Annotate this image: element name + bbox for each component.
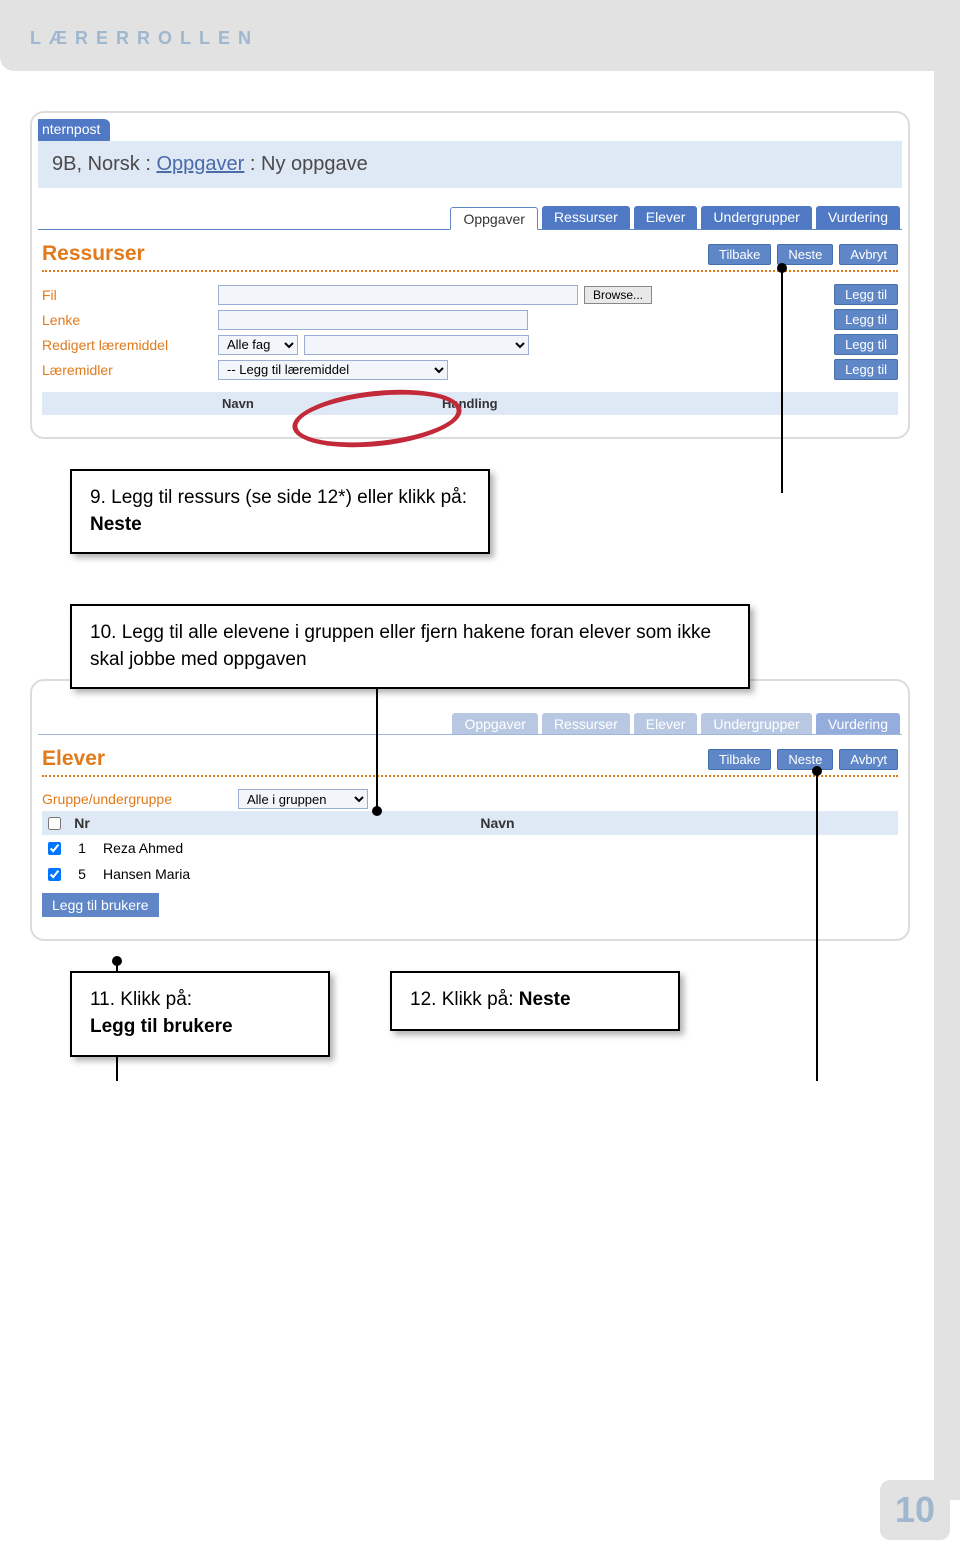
legg-til-laeremidler[interactable]: Legg til: [834, 359, 898, 380]
tilbake-button[interactable]: Tilbake: [708, 244, 771, 265]
row-laeremidler: Læremidler -- Legg til læremiddel Legg t…: [42, 357, 898, 382]
col-nr: Nr: [67, 815, 97, 831]
breadcrumb-link[interactable]: Oppgaver: [156, 153, 244, 175]
student-checkbox[interactable]: [48, 842, 61, 855]
table-row: 1 Reza Ahmed: [42, 835, 898, 861]
breadcrumb: 9B, Norsk : Oppgaver : Ny oppgave: [38, 141, 902, 188]
tab2-vurdering[interactable]: Vurdering: [816, 713, 900, 734]
label-laeremidler: Læremidler: [42, 362, 212, 378]
student-nr: 1: [67, 840, 97, 856]
redigert-fag-select[interactable]: Alle fag: [218, 335, 298, 355]
legg-til-brukere-button[interactable]: Legg til brukere: [42, 893, 159, 917]
avbryt-button-2[interactable]: Avbryt: [839, 749, 898, 770]
gruppe-select[interactable]: Alle i gruppen: [238, 789, 368, 809]
screenshot-elever: Oppgaver Ressurser Elever Undergrupper V…: [30, 679, 910, 941]
row-redigert: Redigert læremiddel Alle fag Legg til: [42, 332, 898, 357]
section-title-ressurser: Ressurser: [42, 242, 145, 266]
action-buttons-2: Tilbake Neste Avbryt: [708, 749, 898, 770]
neste-button-2[interactable]: Neste: [777, 749, 833, 770]
tab2-oppgaver[interactable]: Oppgaver: [452, 713, 537, 734]
label-lenke: Lenke: [42, 312, 212, 328]
elever-table: Nr Navn 1 Reza Ahmed 5 Hansen Maria: [42, 811, 898, 887]
redigert-select-2[interactable]: [304, 335, 529, 355]
tab2-undergrupper[interactable]: Undergrupper: [701, 713, 811, 734]
callout-12: 12. Klikk på: Neste: [390, 971, 680, 1031]
callout-12-text: 12. Klikk på:: [410, 989, 519, 1010]
avbryt-button[interactable]: Avbryt: [839, 244, 898, 265]
neste-button[interactable]: Neste: [777, 244, 833, 265]
callout-11: 11. Klikk på: Legg til brukere: [70, 971, 330, 1056]
divider-2: [42, 775, 898, 777]
col-navn: Navn: [42, 396, 242, 411]
row-fil: Fil Browse... Legg til: [42, 282, 898, 307]
elever-head: Nr Navn: [42, 811, 898, 835]
tabbar: Oppgaver Ressurser Elever Undergrupper V…: [38, 188, 902, 230]
table-row: 5 Hansen Maria: [42, 861, 898, 887]
page-number-badge: 10: [880, 1480, 950, 1540]
action-buttons: Tilbake Neste Avbryt: [708, 244, 898, 265]
tab2-elever[interactable]: Elever: [634, 713, 698, 734]
legg-til-fil[interactable]: Legg til: [834, 284, 898, 305]
content: nternpost 9B, Norsk : Oppgaver : Ny oppg…: [0, 71, 960, 1077]
callout-11-text: 11. Klikk på:: [90, 989, 192, 1010]
lenke-input[interactable]: [218, 310, 528, 330]
student-nr: 5: [67, 866, 97, 882]
callout-10: 10. Legg til alle elevene i gruppen elle…: [70, 604, 750, 689]
tabbar-2: Oppgaver Ressurser Elever Undergrupper V…: [38, 695, 902, 735]
student-name: Hansen Maria: [97, 866, 190, 882]
page-header: LÆRERROLLEN: [0, 0, 960, 71]
label-fil: Fil: [42, 287, 212, 303]
callout-10-text: 10. Legg til alle elevene i gruppen elle…: [90, 622, 711, 670]
app-corner-tab[interactable]: nternpost: [38, 119, 110, 141]
breadcrumb-prefix: 9B, Norsk :: [52, 153, 156, 175]
row-gruppe: Gruppe/undergruppe Alle i gruppen: [42, 787, 898, 811]
divider: [42, 270, 898, 272]
table-header: Navn Handling: [42, 392, 898, 415]
header-title: LÆRERROLLEN: [30, 28, 259, 48]
tab2-ressurser[interactable]: Ressurser: [542, 713, 630, 734]
browse-button[interactable]: Browse...: [584, 286, 652, 304]
student-checkbox[interactable]: [48, 868, 61, 881]
student-name: Reza Ahmed: [97, 840, 183, 856]
legg-til-lenke[interactable]: Legg til: [834, 309, 898, 330]
select-all-checkbox[interactable]: [48, 817, 61, 830]
legg-til-redigert[interactable]: Legg til: [834, 334, 898, 355]
callout-9: 9. Legg til ressurs (se side 12*) eller …: [70, 469, 490, 554]
row-lenke: Lenke Legg til: [42, 307, 898, 332]
callout-9-text: 9. Legg til ressurs (se side 12*) eller …: [90, 487, 467, 508]
label-gruppe: Gruppe/undergruppe: [42, 791, 232, 807]
callout-12-bold: Neste: [519, 989, 571, 1010]
fil-input[interactable]: [218, 285, 578, 305]
tab-vurdering[interactable]: Vurdering: [816, 206, 900, 229]
laeremidler-select[interactable]: -- Legg til læremiddel: [218, 360, 448, 380]
tab-elever[interactable]: Elever: [634, 206, 698, 229]
tab-undergrupper[interactable]: Undergrupper: [701, 206, 811, 229]
screenshot-ressurser: nternpost 9B, Norsk : Oppgaver : Ny oppg…: [30, 111, 910, 439]
tab-oppgaver[interactable]: Oppgaver: [450, 207, 537, 230]
label-redigert: Redigert læremiddel: [42, 337, 212, 353]
ressurser-section: Ressurser Tilbake Neste Avbryt Fil Brows…: [38, 230, 902, 419]
callout-11-bold: Legg til brukere: [90, 1016, 233, 1037]
section-title-elever: Elever: [42, 747, 105, 771]
callout-9-bold: Neste: [90, 514, 142, 535]
page-number: 10: [895, 1489, 935, 1531]
col-handling: Handling: [242, 396, 898, 411]
breadcrumb-suffix: : Ny oppgave: [244, 153, 367, 175]
tilbake-button-2[interactable]: Tilbake: [708, 749, 771, 770]
tab-ressurser[interactable]: Ressurser: [542, 206, 630, 229]
elever-section: Elever Tilbake Neste Avbryt Gruppe/under…: [38, 735, 902, 921]
col-navn-2: Navn: [97, 815, 898, 831]
